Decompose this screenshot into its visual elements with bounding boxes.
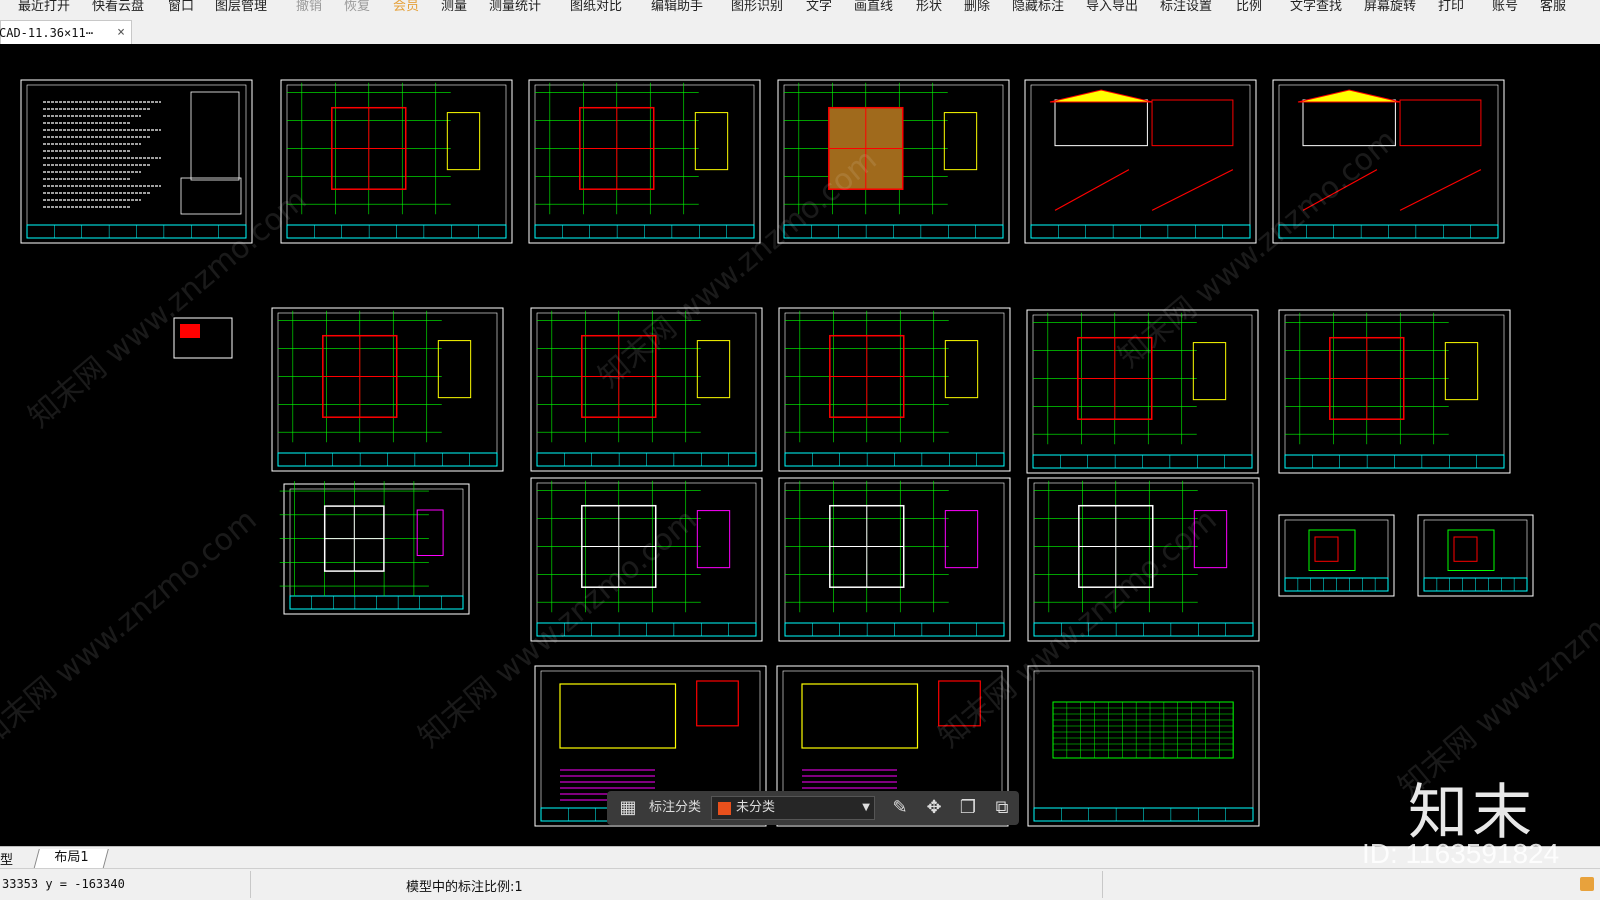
detail-mark — [1314, 536, 1339, 562]
sheet-border — [1024, 79, 1257, 244]
document-tab-bar: CAD-11.36×11⋯ × — [0, 16, 1600, 45]
menu-delete[interactable]: 删除 — [964, 0, 990, 14]
sheet-border — [283, 483, 470, 615]
menu-hide-annotations[interactable]: 隐藏标注 — [1012, 0, 1064, 14]
detail-mark — [1308, 529, 1356, 571]
sheet-border — [778, 307, 1011, 472]
menu-cloud[interactable]: 快看云盘 — [92, 0, 144, 14]
menu-compare[interactable]: 图纸对比 — [570, 0, 622, 14]
detail-mark — [694, 112, 729, 171]
drawing-canvas[interactable]: 知末网 www.znzmo.com 知末网 www.znzmo.com 知末网 … — [0, 44, 1600, 846]
menu-account[interactable]: 账号 — [1492, 0, 1518, 14]
corner-icon[interactable] — [1580, 877, 1594, 891]
detail-mark — [696, 510, 731, 569]
sheet-border — [271, 307, 504, 472]
drawing-index — [190, 91, 240, 181]
detail-mark — [1444, 342, 1479, 401]
annotation-toolbar: ▦ 标注分类 未分类 ▼ ✎ ✥ ❐ ⧉ — [607, 791, 1019, 825]
menu-draw-line[interactable]: 画直线 — [854, 0, 893, 14]
tab-model[interactable]: 型 — [0, 849, 13, 868]
menu-measure[interactable]: 测量 — [441, 0, 467, 14]
annotation-category-value: 未分类 — [736, 800, 776, 815]
status-divider — [250, 871, 251, 898]
menu-find-text[interactable]: 文字查找 — [1290, 0, 1342, 14]
menu-bar: 最近打开 快看云盘 窗口 图层管理 撤销 恢复 会员 测量 测量统计 图纸对比 … — [0, 0, 1600, 16]
paste-icon[interactable]: ⧉ — [989, 795, 1015, 821]
menu-rotate-screen[interactable]: 屏幕旋转 — [1364, 0, 1416, 14]
tab-layout1-label: 布局1 — [54, 850, 89, 865]
detail-mark — [801, 683, 919, 749]
annotation-category-select[interactable]: 未分类 ▼ — [711, 796, 875, 820]
menu-shape-recognition[interactable]: 图形识别 — [731, 0, 783, 14]
annotation-category-label: 标注分类 — [649, 800, 702, 815]
menu-shape[interactable]: 形状 — [916, 0, 942, 14]
move-icon[interactable]: ✥ — [921, 795, 947, 821]
menu-window[interactable]: 窗口 — [168, 0, 194, 14]
menu-measure-stats[interactable]: 测量统计 — [489, 0, 541, 14]
menu-annotation-settings[interactable]: 标注设置 — [1160, 0, 1212, 14]
grid-icon[interactable]: ▦ — [615, 795, 641, 821]
mini-sheet-mark — [180, 324, 200, 338]
watermark-id: ID: 1163591824 — [1362, 838, 1560, 869]
menu-vip[interactable]: 会员 — [393, 0, 419, 14]
menu-support[interactable]: 客服 — [1540, 0, 1566, 14]
annotation-scale: 模型中的标注比例:1 — [406, 880, 523, 895]
sheet-inner-border — [26, 84, 247, 239]
detail-mark — [1192, 342, 1227, 401]
close-icon[interactable]: × — [117, 21, 125, 45]
menu-recent[interactable]: 最近打开 — [18, 0, 70, 14]
detail-mark — [1453, 536, 1478, 562]
sheet-border — [1027, 665, 1260, 827]
stair-line — [1399, 169, 1482, 211]
color-swatch — [718, 802, 731, 815]
detail-mark — [696, 680, 739, 727]
chevron-down-icon: ▼ — [862, 802, 870, 813]
detail-mark — [943, 112, 978, 171]
menu-layer-manager[interactable]: 图层管理 — [215, 0, 267, 14]
copy-icon[interactable]: ❐ — [955, 795, 981, 821]
drawing-index — [180, 177, 242, 215]
roof-shape — [1049, 89, 1153, 103]
elevation — [1054, 99, 1148, 147]
sheet-inner-border — [1030, 84, 1251, 239]
section — [1151, 99, 1234, 147]
sheet-inner-border — [289, 488, 464, 610]
detail-mark — [446, 112, 481, 171]
detail-mark — [944, 340, 979, 399]
edit-icon[interactable]: ✎ — [887, 795, 913, 821]
tab-layout1[interactable]: 布局1 — [33, 849, 109, 870]
coordinate-readout: 33353 y = -163340 — [2, 877, 125, 891]
status-bar: 33353 y = -163340 模型中的标注比例:1 — [0, 868, 1600, 900]
menu-redo[interactable]: 恢复 — [344, 0, 370, 14]
sheet-border — [528, 79, 761, 244]
menu-edit-assistant[interactable]: 编辑助手 — [651, 0, 703, 14]
detail-mark — [437, 340, 472, 399]
sheet-border — [280, 79, 513, 244]
menu-text[interactable]: 文字 — [806, 0, 832, 14]
sheet-border — [1278, 309, 1511, 474]
sheet-border — [778, 477, 1011, 642]
roof-shape — [1297, 89, 1401, 103]
stair-line — [1151, 169, 1234, 211]
detail-mark — [696, 340, 731, 399]
menu-print[interactable]: 打印 — [1438, 0, 1464, 14]
detail-mark — [1447, 529, 1495, 571]
menu-import-export[interactable]: 导入导出 — [1086, 0, 1138, 14]
stair-line — [1054, 169, 1130, 211]
document-tab[interactable]: CAD-11.36×11⋯ × — [0, 20, 132, 44]
status-divider — [1102, 871, 1103, 898]
sheet-border — [20, 79, 253, 244]
menu-scale[interactable]: 比例 — [1236, 0, 1262, 14]
detail-mark — [944, 510, 979, 569]
menu-undo[interactable]: 撤销 — [296, 0, 322, 14]
section — [1399, 99, 1482, 147]
document-tab-title: CAD-11.36×11⋯ — [0, 26, 93, 40]
detail-mark — [416, 509, 444, 556]
detail-mark — [559, 683, 677, 749]
schedule-table — [1052, 701, 1234, 759]
layout-tabs: 型 布局1 — [0, 846, 1600, 870]
